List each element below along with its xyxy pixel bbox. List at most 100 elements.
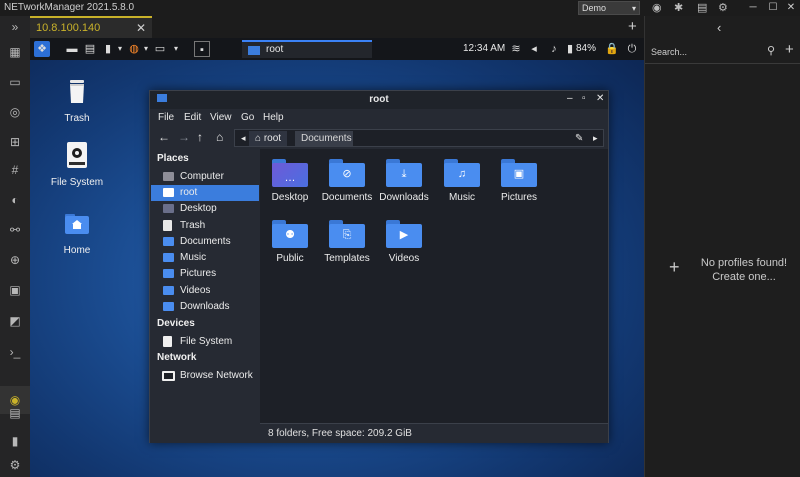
places-header: Places [157, 153, 189, 164]
remote-desktop-icon[interactable]: ▣ [5, 281, 25, 299]
menu-edit[interactable]: Edit [184, 112, 201, 123]
folder-item-desktop[interactable]: … Desktop [260, 159, 320, 203]
remote-desktop-view[interactable]: ❖ ▬ ▤ ▮ ▾ ◍ ▾ ▭ ▾ ▪ root 12:34 AM ≋ ◂ ♪ … [30, 38, 644, 477]
profile-select[interactable]: Demo ▾ [578, 1, 640, 15]
forward-arrow-icon[interactable]: → [178, 130, 190, 144]
window-title: root [369, 94, 389, 105]
add-profile-button[interactable]: + [785, 41, 794, 58]
settings-icon[interactable]: ⚙ [718, 2, 728, 14]
sidebar-item-root[interactable]: root [151, 185, 259, 201]
create-one-line: Create one... [712, 271, 776, 283]
sidebar-item-browse-network[interactable]: Browse Network [151, 368, 259, 384]
settings-icon[interactable]: ⚙ [5, 456, 25, 474]
minimize-button[interactable]: ‒ [567, 93, 573, 104]
desktop-icon-trash[interactable]: Trash [42, 76, 112, 124]
folder-label: Downloads [379, 192, 429, 203]
wifi-icon[interactable]: ◎ [5, 103, 25, 121]
sidebar-item-documents[interactable]: Documents [151, 234, 259, 250]
back-arrow-icon[interactable]: ← [158, 130, 170, 144]
folder-item-downloads[interactable]: ⤓ Downloads [374, 159, 434, 203]
lock-icon[interactable]: 🔒 [604, 41, 620, 57]
home-folder-icon [65, 214, 89, 234]
add-tab-button[interactable]: + [628, 18, 637, 35]
sidebar-item-videos[interactable]: Videos [151, 283, 259, 299]
power-icon[interactable]: ⏻ [624, 41, 640, 57]
network-interface-icon[interactable]: ▭ [5, 73, 25, 91]
folder-label: Music [448, 192, 476, 203]
ping-icon[interactable]: ◐ [5, 191, 25, 209]
dashboard-icon[interactable]: ▦ [5, 43, 25, 61]
show-desktop-icon[interactable]: ▬ [64, 41, 80, 57]
folder-item-music[interactable]: ♫ Music [432, 159, 492, 203]
sidebar-item-desktop[interactable]: Desktop [151, 201, 259, 217]
ip-scanner-icon[interactable]: ⊞ [5, 133, 25, 151]
menu-file[interactable]: File [158, 112, 174, 123]
desktop-icon [163, 204, 174, 213]
videos-folder-icon: ▶ [386, 220, 422, 248]
powershell-icon[interactable]: ◩ [5, 312, 25, 330]
document-icon[interactable]: ▤ [697, 2, 707, 14]
profile-search-input[interactable] [651, 43, 769, 61]
folder-item-templates[interactable]: ⎘ Templates [317, 220, 377, 264]
up-arrow-icon[interactable]: ↑ [197, 130, 203, 144]
trash-icon [70, 80, 84, 103]
bug-icon[interactable]: ✱ [674, 2, 683, 14]
sidebar-item-computer[interactable]: Computer [151, 169, 259, 185]
home-icon[interactable]: ⌂ [216, 130, 223, 144]
expand-nav-icon[interactable]: » [5, 18, 25, 36]
sidebar-item-trash[interactable]: Trash [151, 218, 259, 234]
clock[interactable]: 12:34 AM [463, 43, 505, 54]
network-header: Network [157, 352, 197, 363]
taskbar-window-root[interactable]: root [242, 40, 372, 58]
menu-view[interactable]: View [210, 112, 232, 123]
close-tab-icon[interactable]: ✕ [136, 21, 146, 35]
public-folder-icon: ⚉ [272, 220, 308, 248]
port-scanner-icon[interactable]: # [5, 161, 25, 179]
status-bar: 8 folders, Free space: 209.2 GiB [260, 423, 608, 443]
maximize-button[interactable]: ▫ [582, 93, 586, 104]
no-profiles-message[interactable]: No profiles found! Create one... [667, 256, 797, 284]
breadcrumb-right-arrow-icon[interactable]: ▸ [587, 131, 604, 146]
breadcrumb-root[interactable]: ⌂ root [249, 131, 288, 146]
network-icon[interactable]: ≋ [508, 41, 524, 57]
terminal-icon[interactable]: ›_ [5, 343, 25, 361]
templates-folder-icon: ⎘ [329, 220, 365, 248]
folder-view[interactable]: … Desktop ⊘ Documents ⤓ Downloads ♫ Musi… [260, 149, 608, 423]
collapse-panel-icon[interactable]: ‹ [717, 20, 721, 35]
traceroute-icon[interactable]: ⚯ [5, 221, 25, 239]
folder-item-videos[interactable]: ▶ Videos [374, 220, 434, 264]
desktop-icon-home[interactable]: Home [42, 208, 112, 256]
volume-icon[interactable]: ◂ [526, 41, 542, 57]
folder-item-documents[interactable]: ⊘ Documents [317, 159, 377, 203]
breadcrumb-documents[interactable]: Documents [295, 131, 353, 146]
window-titlebar[interactable]: root ‒ ▫ ✕ [150, 91, 608, 109]
desktop-icon-file-system[interactable]: File System [42, 140, 112, 188]
workspace-switcher-icon[interactable]: ▪ [194, 41, 210, 57]
menu-go[interactable]: Go [241, 112, 254, 123]
folder-item-pictures[interactable]: ▣ Pictures [489, 159, 549, 203]
console-launcher-icon[interactable]: ▭ [152, 41, 168, 57]
snmp-icon[interactable]: ▮ [5, 432, 25, 450]
close-button[interactable]: ✕ [776, 1, 800, 15]
app-menu-icon[interactable]: ❖ [34, 41, 50, 57]
music-icon [163, 253, 174, 262]
sidebar-item-pictures[interactable]: Pictures [151, 266, 259, 282]
github-icon[interactable]: ◉ [652, 2, 662, 14]
sidebar-item-music[interactable]: Music [151, 250, 259, 266]
terminal-launcher-icon[interactable]: ▤ [82, 41, 98, 57]
menu-help[interactable]: Help [263, 112, 284, 123]
title-bar: NETworkManager 2021.5.8.0 Demo ▾ ◉ ✱ ▤ ⚙… [0, 0, 800, 16]
web-console-icon[interactable]: ▤ [5, 404, 25, 422]
sidebar-item-file-system[interactable]: File System [151, 334, 259, 350]
session-tab[interactable]: 10.8.100.140 ✕ [30, 16, 152, 38]
dns-lookup-icon[interactable]: ⊕ [5, 251, 25, 269]
chevron-down-icon[interactable]: ▾ [168, 41, 184, 57]
notification-bell-icon[interactable]: ♪ [546, 41, 562, 57]
close-button[interactable]: ✕ [596, 93, 604, 104]
sidebar-item-downloads[interactable]: Downloads [151, 299, 259, 315]
drive-icon [163, 336, 172, 347]
folder-item-public[interactable]: ⚉ Public [260, 220, 320, 264]
network-icon [162, 371, 175, 381]
profiles-panel: ‹ ⚲ + + No profiles found! Create one... [644, 16, 800, 477]
sidebar-item-label: root [180, 187, 198, 198]
